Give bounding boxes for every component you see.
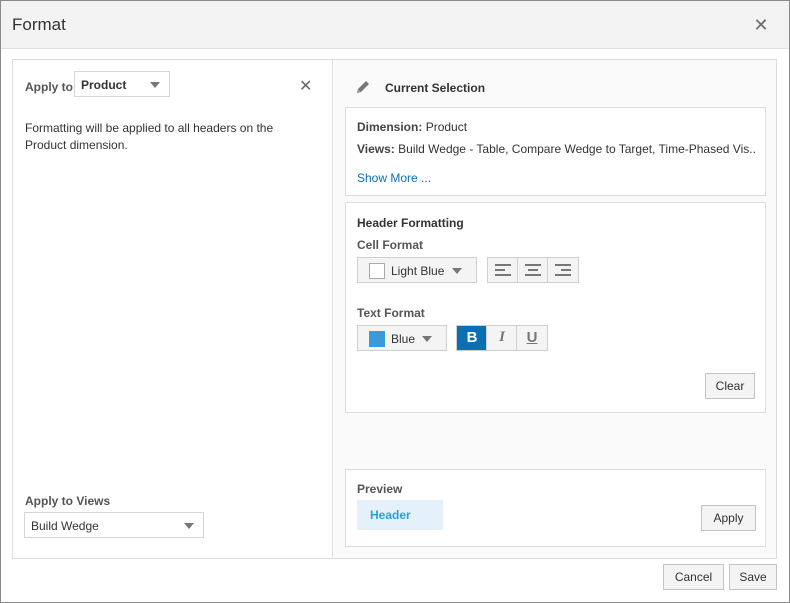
align-center-icon (525, 264, 541, 276)
show-more-link[interactable]: Show More ... (357, 171, 431, 185)
dialog-titlebar: Format ✕ (1, 1, 789, 49)
left-pane: Apply to Product ✕ Formatting will be ap… (13, 60, 333, 558)
align-right-button[interactable] (548, 258, 578, 282)
align-right-icon (555, 264, 571, 276)
apply-to-views-select[interactable]: Build Wedge (24, 512, 204, 538)
underline-button[interactable]: U (517, 326, 547, 350)
underline-icon: U (526, 329, 538, 346)
chevron-down-icon (184, 523, 194, 529)
views-label: Views: (357, 142, 395, 156)
header-formatting-title: Header Formatting (357, 216, 464, 230)
cancel-button[interactable]: Cancel (663, 564, 724, 590)
text-color-select[interactable]: Blue (357, 325, 447, 351)
apply-description: Formatting will be applied to all header… (25, 121, 274, 152)
cell-color-name: Light Blue (391, 264, 445, 278)
format-dialog: Format ✕ Apply to Product ✕ Formatting w… (0, 0, 790, 603)
apply-to-label: Apply to (25, 80, 73, 94)
dialog-body: Apply to Product ✕ Formatting will be ap… (12, 59, 777, 559)
apply-to-select[interactable]: Product (74, 71, 170, 97)
text-color-name: Blue (391, 332, 416, 346)
apply-button[interactable]: Apply (701, 505, 756, 531)
current-selection-label: Current Selection (385, 81, 486, 95)
text-style-buttons: B I U (456, 325, 548, 351)
preview-header-sample: Header (357, 500, 443, 530)
selection-details-card: Dimension: Product Views: Build Wedge - … (345, 107, 766, 196)
close-icon[interactable]: ✕ (752, 16, 770, 34)
align-left-button[interactable] (488, 258, 518, 282)
bold-button[interactable]: B (457, 326, 487, 350)
apply-to-views-value: Build Wedge (31, 519, 99, 533)
dialog-title: Format (12, 15, 66, 34)
apply-to-views-label: Apply to Views (25, 494, 111, 508)
italic-button[interactable]: I (487, 326, 517, 350)
chevron-down-icon (422, 336, 432, 342)
chevron-down-icon (452, 268, 462, 274)
views-line: Views: Build Wedge - Table, Compare Wedg… (357, 142, 757, 156)
align-center-button[interactable] (518, 258, 548, 282)
remove-icon[interactable]: ✕ (299, 76, 312, 96)
pencil-icon (357, 81, 369, 93)
views-value: Build Wedge - Table, Compare Wedge to Ta… (398, 142, 757, 156)
alignment-buttons (487, 257, 579, 283)
cell-color-select[interactable]: Light Blue (357, 257, 477, 283)
align-left-icon (495, 264, 511, 276)
apply-to-value: Product (81, 78, 127, 92)
bold-icon: B (466, 329, 478, 346)
cell-color-swatch (369, 263, 385, 279)
clear-button[interactable]: Clear (705, 373, 755, 399)
save-button[interactable]: Save (729, 564, 777, 590)
header-formatting-card: Header Formatting Cell Format Light Blue (345, 202, 766, 413)
right-pane: Current Selection Dimension: Product Vie… (334, 60, 776, 558)
chevron-down-icon (150, 82, 160, 88)
dimension-value: Product (425, 120, 468, 134)
dimension-line: Dimension: Product (357, 120, 467, 134)
text-format-label: Text Format (357, 306, 425, 320)
italic-icon: I (499, 329, 505, 345)
dimension-label: Dimension: (357, 120, 423, 134)
cell-format-label: Cell Format (357, 238, 424, 252)
preview-title: Preview (357, 482, 403, 496)
text-color-swatch (369, 331, 385, 347)
preview-card: Preview Header Apply (345, 469, 766, 547)
